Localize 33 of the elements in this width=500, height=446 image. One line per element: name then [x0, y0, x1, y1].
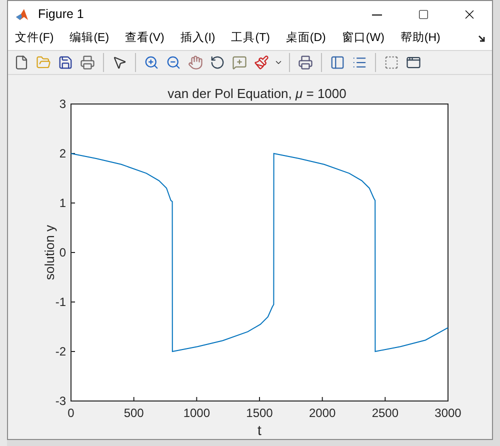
- x-tick-label: 500: [124, 406, 144, 420]
- window-title: Figure 1: [38, 6, 84, 24]
- x-tick-label: 2000: [308, 406, 336, 420]
- x-tick-label: 2500: [372, 406, 399, 420]
- menu-item[interactable]: 窗口(W): [340, 30, 386, 48]
- menu-item[interactable]: 工具(T): [230, 30, 271, 48]
- x-axis-label: t: [258, 422, 262, 437]
- y-tick-label: -2: [55, 344, 66, 358]
- printer-icon[interactable]: [296, 52, 315, 72]
- matlab-logo-icon: [15, 8, 29, 22]
- menu-item[interactable]: 编辑(E): [68, 30, 110, 48]
- y-tick-label: 3: [59, 96, 66, 111]
- x-tick-label: 1000: [183, 406, 210, 420]
- menu-item[interactable]: 插入(I): [179, 30, 216, 48]
- y-axis-label: solution y: [42, 224, 56, 280]
- y-tick-label: -1: [55, 294, 66, 309]
- maximize-icon: [418, 9, 428, 20]
- printer-icon[interactable]: [78, 52, 97, 72]
- x-tick-label: 1500: [246, 406, 273, 420]
- menu-item[interactable]: 帮助(H): [399, 30, 442, 48]
- menu-item[interactable]: 文件(F): [14, 30, 55, 48]
- y-tick-label: 0: [59, 245, 66, 260]
- dock-arrow-icon[interactable]: [478, 34, 486, 43]
- x-tick-label: 0: [68, 406, 74, 420]
- y-tick-label: -3: [55, 394, 66, 408]
- menu-item[interactable]: 桌面(D): [284, 30, 327, 48]
- menu-item[interactable]: 查看(V): [124, 30, 166, 48]
- y-tick-label: 1: [59, 196, 66, 210]
- y-tick-label: 2: [59, 146, 66, 160]
- brush-icon[interactable]: [252, 52, 271, 72]
- chart-title: van der Pol Equation, μ = 1000: [168, 86, 346, 100]
- x-tick-label: 3000: [434, 406, 462, 420]
- minimize-icon: [372, 14, 382, 16]
